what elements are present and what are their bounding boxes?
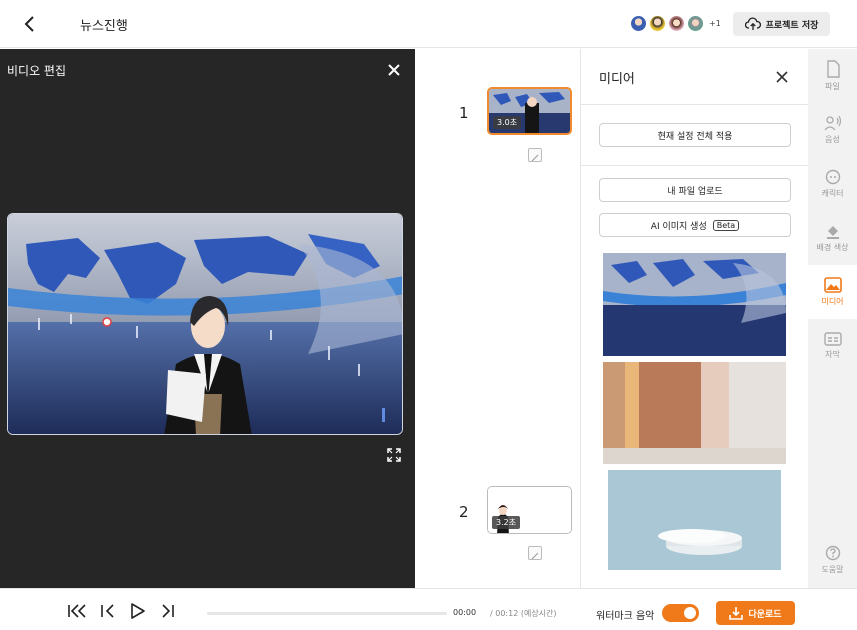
paint-bucket-icon	[826, 226, 839, 239]
skip-start-icon	[68, 604, 86, 618]
avatar	[649, 15, 666, 32]
sidebar-item-file[interactable]: 파일	[808, 49, 857, 103]
step-back-icon	[101, 604, 114, 618]
fullscreen-button[interactable]	[386, 447, 402, 463]
play-icon	[131, 603, 145, 619]
save-project-label: 프로젝트 저장	[765, 20, 819, 31]
sidebar-item-label: 캐릭터	[821, 189, 844, 198]
close-icon	[776, 71, 788, 83]
help-icon	[825, 545, 840, 561]
media-panel: 미디어 현재 설정 전체 적용 내 파일 업로드 AI 이미지 생성 Beta	[580, 49, 809, 588]
file-icon	[826, 60, 840, 78]
caption-icon	[823, 332, 842, 346]
editor-close-button[interactable]	[385, 61, 403, 79]
scene-1-edit-button[interactable]	[528, 148, 542, 162]
step-forward-icon	[162, 604, 174, 618]
upload-label: 내 파일 업로드	[667, 186, 723, 197]
beta-badge: Beta	[712, 219, 740, 231]
media-panel-title: 미디어	[599, 72, 635, 87]
sidebar-item-background-color[interactable]: 배경 색상	[808, 211, 857, 265]
watermark-music-label: 워터마크 음악	[596, 611, 655, 622]
sidebar-item-label: 자막	[825, 350, 840, 359]
collaborator-avatars[interactable]: +1	[630, 15, 721, 32]
scene-duration-badge: 3.2초	[492, 516, 521, 529]
divider	[581, 104, 809, 105]
avatar	[687, 15, 704, 32]
sidebar-item-label: 파일	[825, 82, 840, 91]
blue-podium-image	[608, 470, 781, 570]
scene-number: 2	[459, 503, 469, 521]
sidebar-item-caption[interactable]: 자막	[808, 319, 857, 373]
image-icon	[823, 277, 842, 293]
sidebar-item-voice[interactable]: 음성	[808, 103, 857, 157]
back-button[interactable]	[18, 12, 42, 36]
download-icon	[729, 607, 744, 620]
apply-all-settings-button[interactable]: 현재 설정 전체 적용	[599, 123, 791, 147]
current-time: 00:00	[453, 608, 477, 617]
beige-studio-image	[603, 362, 786, 464]
playback-progress-bar[interactable]	[207, 612, 447, 615]
right-tool-sidebar: 파일 음성 캐릭터 배경 색상 미디어 자막 도움말	[808, 49, 857, 588]
pencil-icon	[531, 552, 539, 560]
scene-thumbnail-2[interactable]: 3.2초	[487, 486, 572, 534]
next-button[interactable]	[158, 602, 178, 620]
voice-icon	[824, 115, 841, 131]
scene-thumbnail-1[interactable]: 3.0초	[487, 87, 572, 135]
sidebar-item-label: 도움말	[821, 565, 844, 574]
ai-image-label: AI 이미지 생성	[650, 221, 707, 232]
top-header: 뉴스진행 +1 프로젝트 저장	[0, 0, 857, 48]
chevron-left-icon	[24, 16, 34, 32]
pencil-icon	[531, 154, 539, 162]
sidebar-item-character[interactable]: 캐릭터	[808, 157, 857, 211]
total-time: / 00:12 (예상시간)	[490, 609, 557, 618]
avatar	[630, 15, 647, 32]
sidebar-item-help[interactable]: 도움말	[808, 533, 857, 587]
project-title: 뉴스진행	[80, 19, 128, 34]
ai-image-generate-button[interactable]: AI 이미지 생성 Beta	[599, 213, 791, 237]
avatar-more-count: +1	[709, 19, 721, 28]
player-bar: 00:00 / 00:12 (예상시간) 워터마크 음악 다운로드	[0, 588, 857, 630]
news-studio-image	[603, 253, 786, 356]
video-preview[interactable]	[7, 213, 403, 435]
expand-icon	[387, 448, 401, 462]
sidebar-item-label: 배경 색상	[816, 243, 849, 252]
watermark-music-toggle[interactable]	[662, 604, 699, 622]
divider	[581, 165, 809, 166]
scene-duration-badge: 3.0초	[493, 116, 522, 129]
download-label: 다운로드	[748, 609, 782, 620]
character-icon	[825, 169, 840, 185]
previous-button[interactable]	[98, 602, 118, 620]
skip-to-start-button[interactable]	[67, 602, 87, 620]
save-project-button[interactable]: 프로젝트 저장	[733, 12, 830, 36]
scene-number: 1	[459, 104, 469, 122]
play-button[interactable]	[128, 602, 148, 620]
scene-2-edit-button[interactable]	[528, 546, 542, 560]
sidebar-item-media[interactable]: 미디어	[808, 265, 857, 319]
scene-timeline: 1 3.0초 2 3.2초	[415, 49, 580, 588]
download-button[interactable]: 다운로드	[716, 601, 795, 625]
toggle-knob	[684, 607, 696, 619]
media-close-button[interactable]	[775, 69, 789, 83]
close-icon	[388, 64, 400, 76]
media-item-podium[interactable]	[608, 470, 781, 570]
sidebar-item-label: 음성	[825, 135, 840, 144]
cloud-upload-icon	[744, 17, 761, 30]
apply-all-label: 현재 설정 전체 적용	[657, 131, 733, 142]
upload-file-button[interactable]: 내 파일 업로드	[599, 178, 791, 202]
media-item-studio-wall[interactable]	[603, 362, 786, 464]
avatar	[668, 15, 685, 32]
editor-title: 비디오 편집	[7, 64, 67, 78]
sidebar-item-label: 미디어	[821, 297, 844, 306]
news-studio-scene	[8, 214, 402, 434]
video-editor-panel: 비디오 편집	[0, 49, 415, 588]
media-item-news-studio[interactable]	[603, 253, 786, 356]
app-root: 뉴스진행 +1 프로젝트 저장 비디오 편집 1 3.0초 2 3.2초 미디어…	[0, 0, 857, 630]
